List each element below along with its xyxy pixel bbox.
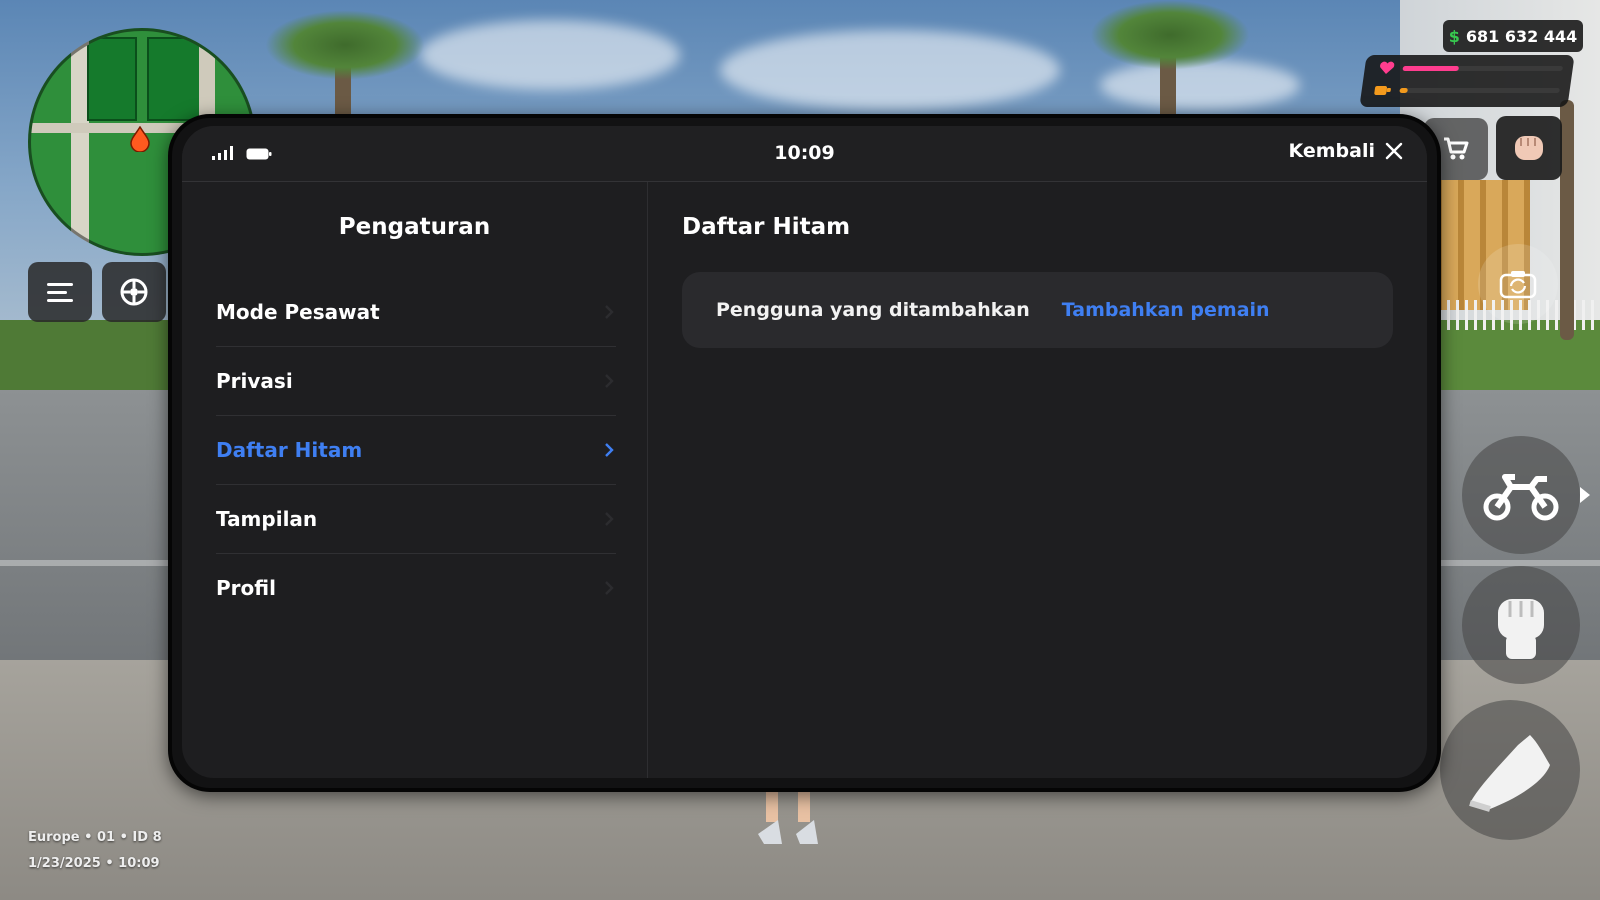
phone-status-bar: 10:09 Kembali (182, 126, 1427, 182)
blacklist-card: Pengguna yang ditambahkan Tambahkan pema… (682, 272, 1393, 348)
sneaker-icon (1469, 735, 1550, 812)
minimap-building (147, 37, 201, 121)
phone-device: 10:09 Kembali Pengaturan Mode Pesawat Pr… (168, 114, 1441, 792)
minimap-building (87, 37, 137, 121)
player-location-icon (130, 126, 150, 152)
sprint-button[interactable] (1440, 700, 1580, 840)
cloud (420, 20, 680, 90)
weapon-fist-slot[interactable] (1496, 116, 1562, 180)
date-time-info: 1/23/2025 • 10:09 (28, 856, 160, 871)
palm-leaves (1090, 0, 1250, 70)
food-icon (1374, 86, 1391, 95)
camera-rotate-icon (1499, 271, 1537, 299)
chevron-right-icon (605, 305, 614, 319)
menu-item-label: Tampilan (216, 507, 318, 531)
grass (0, 320, 180, 400)
menu-item-profil[interactable]: Profil (216, 554, 616, 622)
money-display: $ 681 632 444 (1443, 20, 1583, 52)
menu-item-label: Profil (216, 576, 276, 600)
menu-item-label: Daftar Hitam (216, 438, 363, 462)
hunger-bar-fill (1399, 88, 1409, 93)
player-stats (1359, 55, 1575, 107)
menu-item-label: Mode Pesawat (216, 300, 380, 324)
close-icon (1385, 142, 1403, 160)
chevron-right-icon (605, 512, 614, 526)
menu-item-privasi[interactable]: Privasi (216, 347, 616, 416)
player-character (758, 784, 818, 844)
health-bar (1402, 66, 1564, 71)
menu-item-mode-pesawat[interactable]: Mode Pesawat (216, 278, 616, 347)
back-close-button[interactable]: Kembali (1288, 140, 1403, 162)
money-value: 681 632 444 (1465, 26, 1578, 46)
chevron-right-icon (605, 443, 614, 457)
motorcycle-icon (1483, 474, 1559, 521)
palm-leaves (265, 10, 425, 80)
settings-content: Daftar Hitam Pengguna yang ditambahkan T… (648, 182, 1427, 778)
wheel-icon (120, 278, 148, 306)
settings-sidebar: Pengaturan Mode Pesawat Privasi Daftar H… (182, 182, 648, 778)
hamburger-icon (47, 283, 73, 302)
fist-icon (1498, 599, 1544, 659)
phone-screen: 10:09 Kembali Pengaturan Mode Pesawat Pr… (182, 126, 1427, 778)
cart-icon (1444, 137, 1469, 160)
camera-switch-button[interactable] (1478, 244, 1558, 324)
heart-icon (1380, 61, 1395, 74)
server-info: Europe • 01 • ID 8 (28, 830, 162, 845)
chevron-right-icon (605, 374, 614, 388)
cloud (1100, 60, 1300, 110)
added-users-label: Pengguna yang ditambahkan (716, 299, 1030, 321)
menu-item-daftar-hitam[interactable]: Daftar Hitam (216, 416, 616, 485)
fist-icon (1515, 136, 1543, 160)
sidebar-title: Pengaturan (338, 214, 491, 240)
settings-menu: Mode Pesawat Privasi Daftar Hitam Tampil… (216, 278, 616, 622)
cloud (720, 30, 1060, 110)
content-title: Daftar Hitam (682, 214, 851, 240)
add-player-link[interactable]: Tambahkan pemain (1062, 299, 1270, 321)
palm-trunk (1560, 100, 1574, 340)
vehicle-button[interactable] (1462, 436, 1580, 554)
menu-item-tampilan[interactable]: Tampilan (216, 485, 616, 554)
health-bar-fill (1402, 66, 1460, 71)
settings-wheel-button[interactable] (102, 262, 166, 322)
hunger-bar (1399, 88, 1561, 93)
expand-arrow-icon[interactable] (1578, 485, 1592, 505)
back-label: Kembali (1288, 140, 1375, 162)
menu-item-label: Privasi (216, 369, 293, 393)
phone-clock: 10:09 (774, 142, 835, 164)
punch-button[interactable] (1462, 566, 1580, 684)
currency-symbol: $ (1448, 26, 1460, 46)
menu-button[interactable] (28, 262, 92, 322)
chevron-right-icon (605, 581, 614, 595)
